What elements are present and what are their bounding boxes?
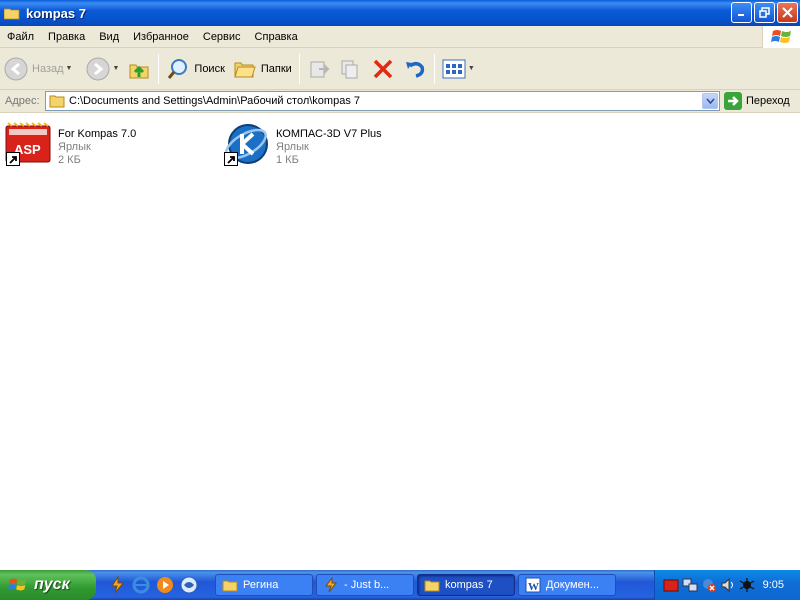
file-type: Ярлык <box>58 141 91 153</box>
word-icon: W <box>525 577 541 593</box>
copy-to-icon <box>341 60 358 78</box>
move-to-icon <box>310 61 330 77</box>
back-arrow-icon <box>4 57 28 80</box>
minimize-button[interactable] <box>731 2 752 23</box>
toolbar-separator <box>158 53 160 84</box>
file-name: КОМПАС-3D V7 Plus <box>276 128 382 140</box>
close-icon <box>782 7 793 18</box>
media-player-icon[interactable] <box>156 576 174 594</box>
outlook-express-icon[interactable] <box>180 576 198 594</box>
views-icon <box>442 59 466 78</box>
search-button[interactable]: Поиск <box>162 52 228 86</box>
chevron-down-icon <box>705 98 715 104</box>
up-button[interactable] <box>123 52 155 86</box>
address-input[interactable]: C:\Documents and Settings\Admin\Рабочий … <box>45 91 720 111</box>
quick-launch <box>108 576 212 594</box>
folder-icon <box>222 580 238 591</box>
antivirus-spider-icon[interactable] <box>739 577 755 593</box>
asp-shortcut-icon: ASP <box>4 120 52 168</box>
minimize-icon <box>738 14 744 16</box>
search-icon <box>168 58 188 79</box>
undo-icon <box>405 61 424 78</box>
menu-edit[interactable]: Правка <box>41 26 92 48</box>
taskbar-button-word-document[interactable]: W Докумен... <box>518 574 616 596</box>
windows-flag-icon <box>8 578 27 591</box>
undo-button[interactable] <box>399 52 431 86</box>
shortcut-arrow-icon <box>6 152 20 166</box>
address-value: C:\Documents and Settings\Admin\Рабочий … <box>69 95 360 107</box>
file-name: For Kompas 7.0 <box>58 128 137 140</box>
start-label: пуск <box>34 576 70 593</box>
shortcut-arrow-icon <box>224 152 238 166</box>
menu-help[interactable]: Справка <box>248 26 305 48</box>
restore-icon <box>759 7 770 18</box>
taskbar-button-winamp[interactable]: - Just b... <box>316 574 414 596</box>
taskbar: пуск Регина - Just b... kompas 7 W Докум… <box>0 570 800 600</box>
title-bar[interactable]: kompas 7 <box>0 0 800 26</box>
delete-icon <box>373 59 393 78</box>
delete-button[interactable] <box>367 52 399 86</box>
network-icon[interactable] <box>682 577 698 593</box>
forward-dropdown-icon[interactable]: ▼ <box>112 65 119 72</box>
go-arrow-icon <box>724 92 742 110</box>
address-label: Адрес: <box>5 95 40 107</box>
address-dropdown-button[interactable] <box>702 93 718 109</box>
views-button[interactable]: ▼ <box>438 52 479 86</box>
start-button[interactable]: пуск <box>0 570 96 600</box>
kompas-shortcut-icon <box>222 120 270 168</box>
menu-view[interactable]: Вид <box>92 26 126 48</box>
file-item[interactable]: ASP For Kompas 7.0 Ярлык 2 КБ <box>4 120 136 168</box>
close-button[interactable] <box>777 2 798 23</box>
back-dropdown-icon[interactable]: ▼ <box>66 65 73 72</box>
file-size: 2 КБ <box>58 154 81 166</box>
views-dropdown-icon[interactable]: ▼ <box>468 65 475 72</box>
menu-favorites[interactable]: Избранное <box>126 26 196 48</box>
toolbar: Назад ▼ ▼ Поиск Папки ▼ <box>0 48 800 90</box>
winamp-icon <box>325 577 338 593</box>
back-button[interactable]: Назад ▼ <box>0 52 76 86</box>
address-bar: Адрес: C:\Documents and Settings\Admin\Р… <box>0 90 800 113</box>
folders-button[interactable]: Папки <box>229 52 296 86</box>
window-title: kompas 7 <box>26 5 86 21</box>
folder-icon <box>49 95 65 108</box>
taskbar-button-kompas7[interactable]: kompas 7 <box>417 574 515 596</box>
folders-icon <box>234 62 256 77</box>
internet-explorer-icon[interactable] <box>132 576 150 594</box>
folder-up-icon <box>129 64 149 78</box>
asp-tray-icon[interactable] <box>663 577 679 593</box>
go-button[interactable]: Переход <box>724 92 790 110</box>
toolbar-separator <box>433 53 435 84</box>
menu-file[interactable]: Файл <box>0 26 41 48</box>
svg-text:W: W <box>528 581 539 593</box>
forward-button[interactable]: ▼ <box>82 52 123 86</box>
security-alert-icon[interactable] <box>701 577 717 593</box>
volume-icon[interactable] <box>720 577 736 593</box>
toolbar-separator <box>298 53 300 84</box>
windows-logo-icon <box>762 26 800 48</box>
copy-to-button[interactable] <box>335 52 367 86</box>
folder-icon <box>4 8 20 19</box>
system-tray: 9:05 <box>654 570 800 600</box>
taskbar-button-regina[interactable]: Регина <box>215 574 313 596</box>
file-list: ASP For Kompas 7.0 Ярлык 2 КБ КОМПАС-3D … <box>0 114 800 570</box>
menu-bar: Файл Правка Вид Избранное Сервис Справка <box>0 26 800 48</box>
winamp-icon[interactable] <box>108 576 126 594</box>
maximize-button[interactable] <box>754 2 775 23</box>
clock: 9:05 <box>762 579 784 591</box>
file-size: 1 КБ <box>276 154 299 166</box>
move-to-button[interactable] <box>303 52 335 86</box>
file-type: Ярлык <box>276 141 309 153</box>
file-item[interactable]: КОМПАС-3D V7 Plus Ярлык 1 КБ <box>222 120 382 168</box>
folder-icon <box>424 580 440 591</box>
forward-arrow-icon <box>86 57 110 80</box>
menu-tools[interactable]: Сервис <box>196 26 248 48</box>
